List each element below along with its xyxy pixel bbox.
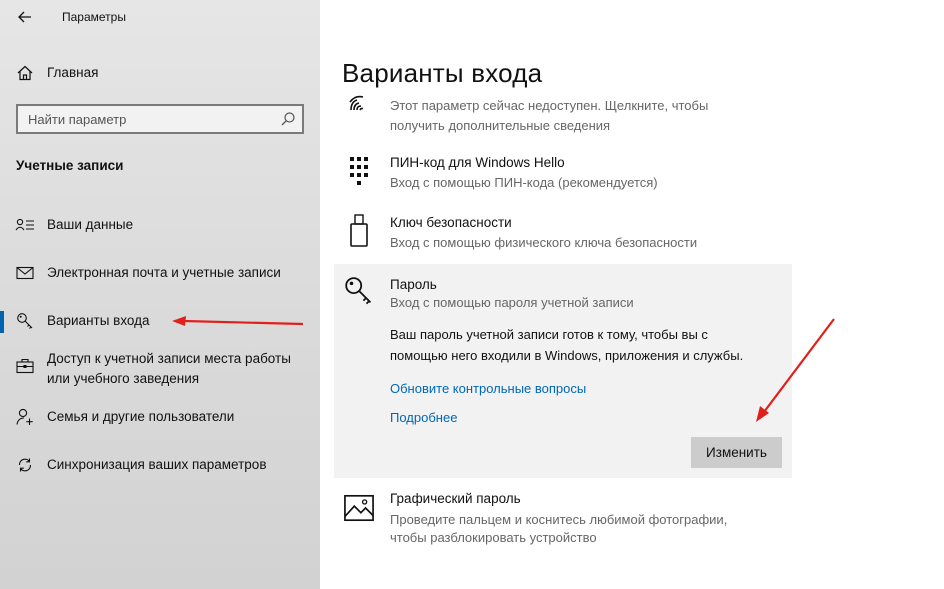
- learn-more-link[interactable]: Подробнее: [390, 409, 457, 427]
- option-security-key[interactable]: Ключ безопасности Вход с помощью физичес…: [334, 214, 792, 258]
- option-pin[interactable]: ПИН-код для Windows Hello Вход с помощью…: [334, 154, 792, 198]
- back-arrow-icon: [18, 11, 31, 23]
- back-button[interactable]: [14, 6, 36, 28]
- password-key-icon: [344, 274, 374, 308]
- update-security-questions-link[interactable]: Обновите контрольные вопросы: [390, 380, 586, 398]
- sidebar-item-email[interactable]: Электронная почта и учетные записи: [0, 258, 320, 288]
- option-title: ПИН-код для Windows Hello: [390, 155, 565, 170]
- sidebar-item-label: Синхронизация ваших параметров: [47, 457, 267, 472]
- sidebar-item-label: Ваши данные: [47, 217, 134, 232]
- pin-keypad-icon: [344, 156, 374, 190]
- sidebar-item-your-info[interactable]: Ваши данные: [0, 210, 320, 240]
- option-title: Графический пароль: [390, 491, 521, 506]
- sync-icon: [15, 455, 35, 475]
- briefcase-icon: [15, 356, 35, 376]
- sidebar-item-label: Семья и другие пользователи: [47, 409, 235, 424]
- fingerprint-icon: [344, 94, 374, 128]
- sidebar-item-label: Электронная почта и учетные записи: [47, 265, 281, 280]
- picture-icon: [344, 494, 374, 528]
- search-input[interactable]: [18, 106, 268, 132]
- option-title: Ключ безопасности: [390, 215, 512, 230]
- section-title: Учетные записи: [16, 158, 124, 173]
- sidebar-item-label: или учебного заведения: [47, 371, 200, 386]
- password-info-line: помощью него входили в Windows, приложен…: [390, 348, 744, 363]
- usb-key-icon: [344, 214, 374, 248]
- password-info-text: Ваш пароль учетной записи готов к тому, …: [390, 324, 790, 366]
- person-add-icon: [15, 407, 35, 427]
- window-title: Параметры: [62, 10, 126, 24]
- sidebar-item-home[interactable]: Главная: [0, 58, 320, 88]
- key-icon: [15, 311, 35, 331]
- option-description: чтобы разблокировать устройство: [390, 530, 597, 545]
- sidebar: Параметры Главная Учетные записи Ваши: [0, 0, 320, 589]
- option-description: Вход с помощью пароля учетной записи: [390, 295, 634, 310]
- change-password-button[interactable]: Изменить: [691, 437, 782, 468]
- option-description: Вход с помощью физического ключа безопас…: [390, 235, 698, 250]
- password-info-line: Ваш пароль учетной записи готов к тому, …: [390, 327, 708, 342]
- option-description: получить дополнительные сведения: [390, 118, 611, 133]
- option-password-panel[interactable]: Пароль Вход с помощью пароля учетной зап…: [334, 264, 792, 478]
- active-indicator: [0, 311, 4, 333]
- option-picture-password[interactable]: Графический пароль Проведите пальцем и к…: [334, 490, 792, 548]
- option-fingerprint[interactable]: Этот параметр сейчас недоступен. Щелкнит…: [334, 94, 792, 138]
- page-title: Варианты входа: [342, 58, 543, 88]
- option-description: Проведите пальцем и коснитесь любимой фо…: [390, 512, 728, 527]
- sidebar-item-label: Доступ к учетной записи места работы: [47, 351, 291, 366]
- sidebar-item-sign-in-options[interactable]: Варианты входа: [0, 306, 320, 336]
- search-box[interactable]: [16, 104, 304, 134]
- home-icon: [15, 63, 35, 83]
- sidebar-item-sync[interactable]: Синхронизация ваших параметров: [0, 450, 320, 480]
- person-card-icon: [15, 215, 35, 235]
- sidebar-item-family[interactable]: Семья и другие пользователи: [0, 402, 320, 432]
- search-icon[interactable]: [280, 111, 296, 127]
- main-content: Варианты входа Этот параметр сейчас недо…: [320, 0, 944, 589]
- sidebar-item-label: Главная: [47, 65, 99, 80]
- option-description: Вход с помощью ПИН-кода (рекомендуется): [390, 175, 658, 190]
- mail-icon: [15, 263, 35, 283]
- option-description: Этот параметр сейчас недоступен. Щелкнит…: [390, 98, 709, 113]
- option-title: Пароль: [390, 277, 437, 292]
- sidebar-item-work-access[interactable]: Доступ к учетной записи места работы или…: [0, 348, 320, 390]
- sidebar-item-label: Варианты входа: [47, 313, 150, 328]
